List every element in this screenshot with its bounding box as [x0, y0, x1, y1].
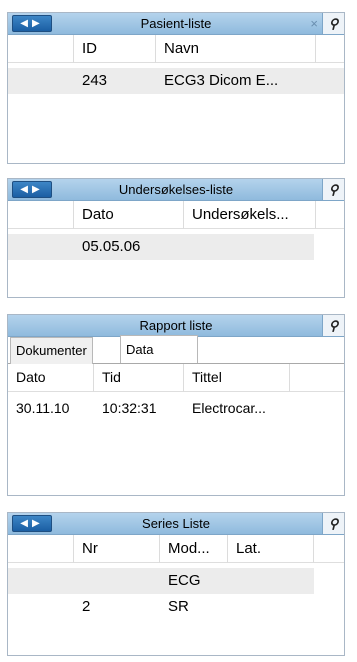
table-row[interactable]: ECG [8, 568, 314, 594]
cell-navn: ECG3 Dicom E... [164, 72, 279, 89]
column-header-nr[interactable]: Nr [74, 535, 160, 563]
patient-list-panel: ◀▶ Pasient-liste × ⚲ ID Navn 243 ECG3 Di… [7, 12, 345, 164]
pin-icon[interactable]: ⚲ [322, 513, 344, 534]
panel-title: Rapport liste [139, 318, 213, 333]
cell-tittel: Electrocar... [192, 400, 266, 416]
table-row[interactable]: 243 ECG3 Dicom E... [8, 68, 344, 94]
pin-icon[interactable]: ⚲ [322, 179, 344, 200]
series-list-titlebar: ◀▶ Series Liste ⚲ [8, 513, 344, 535]
cell-nr [74, 568, 160, 594]
pin-icon[interactable]: ⚲ [322, 315, 344, 336]
table-row[interactable]: 30.11.10 10:32:31 Electrocar... [8, 395, 344, 421]
tab-bar: Dokumenter Data [8, 335, 344, 364]
column-header-id[interactable]: ID [74, 35, 156, 63]
table-header: ID Navn [8, 35, 344, 63]
column-header-dato[interactable]: Dato [8, 364, 94, 392]
cell-id: 243 [82, 72, 108, 89]
panel-title: Undersøkelses-liste [118, 182, 234, 197]
cell-modality: SR [168, 598, 189, 615]
panel-title: Series Liste [142, 516, 210, 531]
examination-list-titlebar: ◀▶ Undersøkelses-liste ⚲ [8, 179, 344, 201]
table-row[interactable]: 2 SR [8, 594, 314, 620]
patient-list-titlebar: ◀▶ Pasient-liste × ⚲ [8, 13, 344, 35]
cell-nr: 2 [82, 598, 91, 615]
column-header-undersokelse[interactable]: Undersøkels... [184, 201, 316, 229]
cell-modality: ECG [168, 572, 201, 589]
examination-list-panel: ◀▶ Undersøkelses-liste ⚲ Dato Undersøkel… [7, 178, 345, 298]
table-row[interactable]: 05.05.06 [8, 234, 314, 260]
report-list-panel: Rapport liste ⚲ Dokumenter Data Dato Tid… [7, 314, 345, 496]
tab-dokumenter[interactable]: Dokumenter [10, 337, 93, 364]
table-header: Nr Mod... Lat. [8, 535, 344, 563]
column-header-navn[interactable]: Navn [156, 35, 316, 63]
cell-tid: 10:32:31 [102, 400, 157, 416]
panel-title: Pasient-liste [140, 16, 212, 31]
column-header-blank[interactable] [8, 35, 74, 63]
column-header-blank[interactable] [8, 535, 74, 563]
column-header-tid[interactable]: Tid [94, 364, 184, 392]
column-header-lat[interactable]: Lat. [228, 535, 314, 563]
cell-dato: 30.11.10 [16, 400, 70, 416]
column-header-tittel[interactable]: Tittel [184, 364, 290, 392]
column-header-modality[interactable]: Mod... [160, 535, 228, 563]
cell-dato: 05.05.06 [82, 238, 141, 255]
close-icon[interactable]: × [310, 16, 318, 31]
tab-data[interactable]: Data [120, 335, 198, 363]
column-header-blank[interactable] [8, 201, 74, 229]
series-list-panel: ◀▶ Series Liste ⚲ Nr Mod... Lat. ECG 2 S… [7, 512, 345, 656]
report-list-titlebar: Rapport liste ⚲ [8, 315, 344, 337]
table-header: Dato Undersøkels... [8, 201, 344, 229]
column-header-dato[interactable]: Dato [74, 201, 184, 229]
table-header: Dato Tid Tittel [8, 364, 344, 392]
pin-icon[interactable]: ⚲ [322, 13, 344, 34]
